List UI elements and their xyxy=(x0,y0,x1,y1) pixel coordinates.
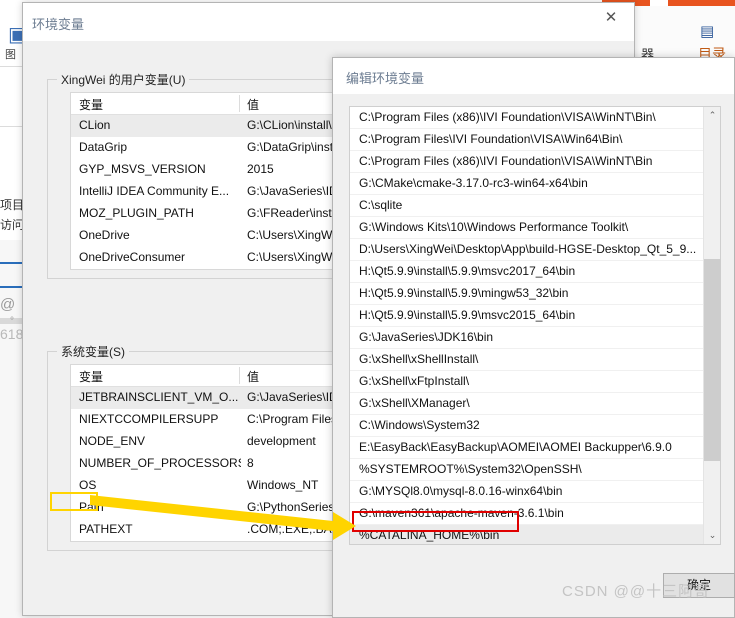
column-header-variable[interactable]: 变量 xyxy=(79,368,103,385)
variable-name-cell: IntelliJ IDEA Community E... xyxy=(79,184,230,198)
path-entry-text: E:\EasyBack\EasyBackup\AOMEI\AOMEI Backu… xyxy=(359,440,672,454)
variable-name-cell: OneDrive xyxy=(79,228,130,242)
chevron-down-icon[interactable]: ⌄ xyxy=(704,527,721,544)
path-entry-row[interactable]: G:\xShell\xFtpInstall\ xyxy=(350,371,703,393)
path-entry-row[interactable]: G:\xShell\XManager\ xyxy=(350,393,703,415)
path-entry-text: D:\Users\XingWei\Desktop\App\build-HGSE-… xyxy=(359,242,697,256)
path-entry-text: H:\Qt5.9.9\install\5.9.9\mingw53_32\bin xyxy=(359,286,569,300)
path-entry-row[interactable]: H:\Qt5.9.9\install\5.9.9\msvc2015_64\bin xyxy=(350,305,703,327)
path-entry-text: H:\Qt5.9.9\install\5.9.9\msvc2017_64\bin xyxy=(359,264,576,278)
path-entry-text: H:\Qt5.9.9\install\5.9.9\msvc2015_64\bin xyxy=(359,308,576,322)
env-dialog-title: 环境变量 xyxy=(32,17,85,32)
variable-name-cell: OneDriveConsumer xyxy=(79,250,186,264)
edit-dialog-title: 编辑环境变量 xyxy=(346,71,425,86)
path-entries-box[interactable]: C:\Program Files (x86)\IVI Foundation\VI… xyxy=(349,106,721,545)
path-entry-text: %SYSTEMROOT%\System32\OpenSSH\ xyxy=(359,462,582,476)
path-entry-row[interactable]: G:\Windows Kits\10\Windows Performance T… xyxy=(350,217,703,239)
path-entry-row[interactable]: G:\MYSQl8.0\mysql-8.0.16-winx64\bin xyxy=(350,481,703,503)
variable-name-cell: NODE_ENV xyxy=(79,434,146,448)
path-entry-text: C:\Program Files (x86)\IVI Foundation\VI… xyxy=(359,154,653,168)
watermark: CSDN @@十三阿哥 xyxy=(562,583,711,600)
column-separator xyxy=(239,367,240,384)
variable-name-cell: DataGrip xyxy=(79,140,128,154)
vertical-scrollbar[interactable]: ⌃ ⌄ xyxy=(703,107,721,544)
path-entry-text: C:\Windows\System32 xyxy=(359,418,480,432)
column-header-value[interactable]: 值 xyxy=(247,368,259,385)
path-entry-row[interactable]: C:\Windows\System32 xyxy=(350,415,703,437)
variable-name-cell: MOZ_PLUGIN_PATH xyxy=(79,206,194,220)
path-entry-row[interactable]: H:\Qt5.9.9\install\5.9.9\mingw53_32\bin xyxy=(350,283,703,305)
path-entry-text: G:\CMake\cmake-3.17.0-rc3-win64-x64\bin xyxy=(359,176,588,190)
path-entries-list[interactable]: C:\Program Files (x86)\IVI Foundation\VI… xyxy=(350,107,703,544)
path-entry-row[interactable]: G:\xShell\xShellInstall\ xyxy=(350,349,703,371)
path-entry-text: C:\sqlite xyxy=(359,198,403,212)
chevron-up-icon[interactable]: ⌃ xyxy=(704,107,721,124)
path-entry-row[interactable]: %SYSTEMROOT%\System32\OpenSSH\ xyxy=(350,459,703,481)
background-label-project: 项目 xyxy=(0,198,25,212)
path-entry-row[interactable]: C:\Program Files (x86)\IVI Foundation\VI… xyxy=(350,107,703,129)
path-entry-text: G:\xShell\xFtpInstall\ xyxy=(359,374,470,388)
background-number: 618 xyxy=(0,326,24,342)
scrollbar-thumb[interactable] xyxy=(704,259,721,461)
variable-name-cell: NUMBER_OF_PROCESSORS xyxy=(79,456,241,470)
path-entry-row[interactable]: G:\JavaSeries\JDK16\bin xyxy=(350,327,703,349)
system-variables-group-label: 系统变量(S) xyxy=(57,343,129,360)
list-icon: ▤ xyxy=(700,23,715,40)
background-label-image: 图 xyxy=(5,49,16,61)
path-entry-row[interactable]: C:\Program Files\IVI Foundation\VISA\Win… xyxy=(350,129,703,151)
highlight-box-catalina-home xyxy=(352,511,519,532)
path-entry-row[interactable]: C:\sqlite xyxy=(350,195,703,217)
background-at-symbol: @ xyxy=(0,296,18,313)
env-dialog-title-bar xyxy=(23,3,634,41)
column-header-value[interactable]: 值 xyxy=(247,96,259,113)
path-entry-row[interactable]: H:\Qt5.9.9\install\5.9.9\msvc2017_64\bin xyxy=(350,261,703,283)
path-entry-text: G:\MYSQl8.0\mysql-8.0.16-winx64\bin xyxy=(359,484,563,498)
path-entry-row[interactable]: C:\Program Files (x86)\IVI Foundation\VI… xyxy=(350,151,703,173)
path-entry-text: C:\Program Files\IVI Foundation\VISA\Win… xyxy=(359,132,623,146)
path-entry-text: G:\xShell\xShellInstall\ xyxy=(359,352,479,366)
path-entry-row[interactable]: G:\CMake\cmake-3.17.0-rc3-win64-x64\bin xyxy=(350,173,703,195)
path-entry-text: G:\Windows Kits\10\Windows Performance T… xyxy=(359,220,629,234)
edit-environment-variable-dialog: 编辑环境变量 C:\Program Files (x86)\IVI Founda… xyxy=(332,57,735,618)
variable-name-cell: JETBRAINSCLIENT_VM_O... xyxy=(79,390,239,404)
path-entry-text: C:\Program Files (x86)\IVI Foundation\VI… xyxy=(359,110,656,124)
variable-name-cell: CLion xyxy=(79,118,111,132)
annotation-arrow xyxy=(90,495,356,540)
variable-name-cell: NIEXTCCOMPILERSUPP xyxy=(79,412,219,426)
close-icon[interactable]: ✕ xyxy=(588,3,634,33)
background-label-access: 访问 xyxy=(0,218,25,232)
path-entry-row[interactable]: E:\EasyBack\EasyBackup\AOMEI\AOMEI Backu… xyxy=(350,437,703,459)
path-entry-row[interactable]: D:\Users\XingWei\Desktop\App\build-HGSE-… xyxy=(350,239,703,261)
screenshot-root: ▤ 目录 器 ▣ 图 项目 访问 @ ° 618 环境变量 ✕ XingWei … xyxy=(0,0,735,618)
column-header-variable[interactable]: 变量 xyxy=(79,96,103,113)
path-entry-text: G:\xShell\XManager\ xyxy=(359,396,470,410)
column-separator xyxy=(239,95,240,112)
path-entry-text: G:\JavaSeries\JDK16\bin xyxy=(359,330,494,344)
user-variables-group-label: XingWei 的用户变量(U) xyxy=(57,71,190,88)
variable-name-cell: GYP_MSVS_VERSION xyxy=(79,162,206,176)
